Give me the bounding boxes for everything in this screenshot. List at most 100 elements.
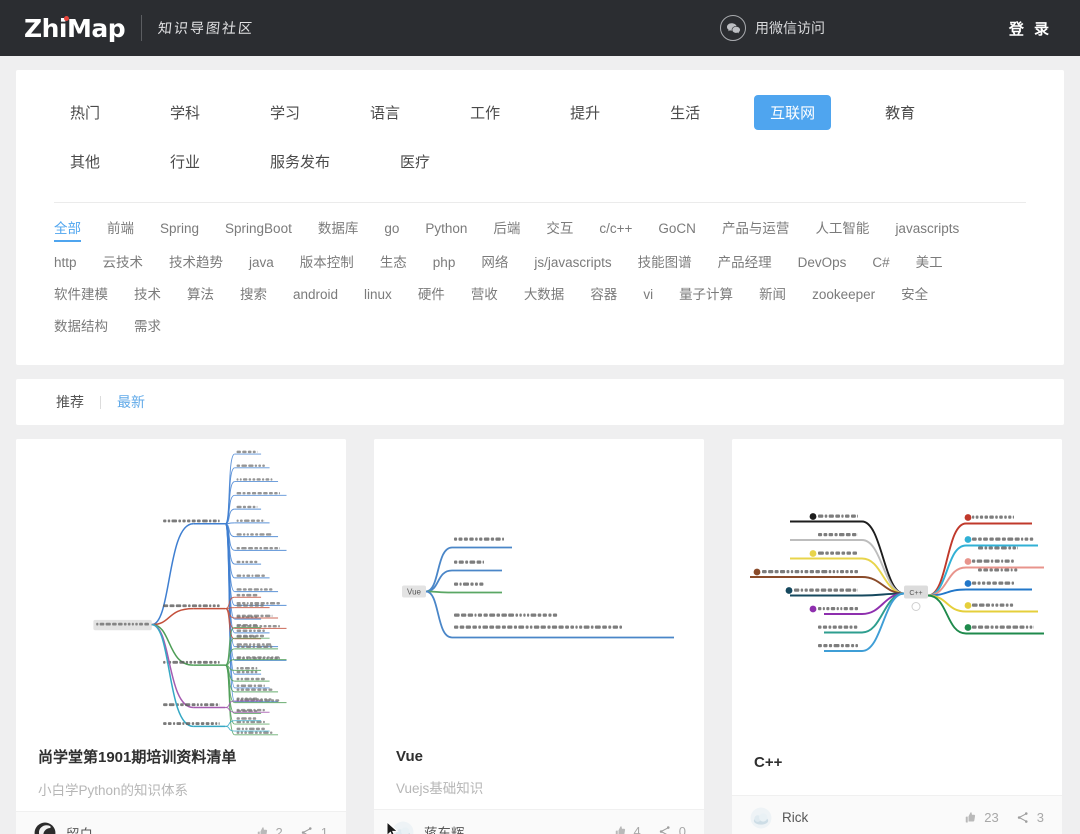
- map-card-1[interactable]: VueVueVuejs基础知识蒋东辉40: [374, 439, 704, 834]
- tag-item-43[interactable]: 数据结构: [54, 315, 108, 338]
- tag-item-28[interactable]: 软件建模: [54, 283, 108, 306]
- tag-area: 全部 前端 Spring SpringBoot 数据库 go Python 后端 交互 c/c++…: [54, 203, 1026, 365]
- tag-item-3[interactable]: SpringBoot: [225, 221, 292, 239]
- share-stat[interactable]: 3: [1015, 810, 1044, 825]
- share-stat[interactable]: 1: [299, 825, 328, 834]
- like-stat[interactable]: 23: [962, 810, 998, 825]
- tag-item-18[interactable]: 版本控制: [300, 251, 354, 274]
- tag-item-12[interactable]: 人工智能: [815, 217, 869, 240]
- login-button[interactable]: 登 录: [1009, 18, 1052, 39]
- category-item-4[interactable]: 工作: [454, 95, 516, 130]
- category-item-8[interactable]: 教育: [869, 95, 931, 130]
- map-card-2[interactable]: C++C++Rick233: [732, 439, 1062, 834]
- tag-item-39[interactable]: 量子计算: [679, 283, 733, 306]
- tag-item-7[interactable]: 后端: [493, 217, 520, 240]
- tag-item-9[interactable]: c/c++: [599, 221, 632, 239]
- tag-item-22[interactable]: js/javascripts: [534, 255, 611, 273]
- brand-subtitle: 知识导图社区: [157, 18, 255, 38]
- tag-item-4[interactable]: 数据库: [318, 217, 359, 240]
- tag-item-13[interactable]: javascripts: [895, 221, 959, 239]
- card-stats: 40: [596, 824, 686, 834]
- tag-item-34[interactable]: 硬件: [418, 283, 445, 306]
- tag-item-27[interactable]: 美工: [916, 251, 943, 274]
- tag-item-2[interactable]: Spring: [160, 221, 199, 239]
- map-thumbnail[interactable]: Vue: [374, 439, 704, 742]
- map-thumbnail[interactable]: [16, 439, 346, 740]
- category-item-3[interactable]: 语言: [354, 95, 416, 130]
- category-item-6[interactable]: 生活: [654, 95, 716, 130]
- tag-item-16[interactable]: 技术趋势: [169, 251, 223, 274]
- logo-red-dot: [64, 16, 69, 21]
- tag-item-17[interactable]: java: [249, 255, 274, 273]
- card-author[interactable]: 蒋东辉: [424, 822, 465, 834]
- tag-item-35[interactable]: 营收: [471, 283, 498, 306]
- like-stat[interactable]: 2: [254, 825, 283, 834]
- tag-item-5[interactable]: go: [384, 221, 399, 239]
- share-stat[interactable]: 0: [657, 824, 686, 834]
- tag-item-0[interactable]: 全部: [54, 217, 81, 242]
- tag-item-30[interactable]: 算法: [187, 283, 214, 306]
- site-header: ZhiMap 知识导图社区 用微信访问 登 录: [0, 0, 1080, 56]
- svg-text:Vue: Vue: [407, 588, 421, 597]
- category-item-9[interactable]: 其他: [54, 144, 116, 179]
- tag-item-14[interactable]: http: [54, 255, 77, 273]
- tag-item-32[interactable]: android: [293, 287, 338, 305]
- tag-item-29[interactable]: 技术: [134, 283, 161, 306]
- thumbs-up-icon: [254, 825, 269, 834]
- tag-item-25[interactable]: DevOps: [798, 255, 847, 273]
- tag-item-40[interactable]: 新闻: [759, 283, 786, 306]
- tag-item-10[interactable]: GoCN: [658, 221, 696, 239]
- avatar[interactable]: [750, 807, 772, 829]
- tag-item-6[interactable]: Python: [425, 221, 467, 239]
- card-subtitle: 小白学Python的知识体系: [38, 779, 324, 799]
- brand-divider: [141, 15, 142, 41]
- thumbs-up-icon: [612, 824, 627, 834]
- sort-recommend[interactable]: 推荐: [56, 392, 84, 412]
- avatar[interactable]: [392, 821, 414, 834]
- category-item-1[interactable]: 学科: [154, 95, 216, 130]
- tag-item-1[interactable]: 前端: [107, 217, 134, 240]
- tag-item-42[interactable]: 安全: [901, 283, 928, 306]
- share-icon: [299, 825, 314, 834]
- tag-item-11[interactable]: 产品与运营: [722, 217, 790, 240]
- tag-item-19[interactable]: 生态: [380, 251, 407, 274]
- avatar[interactable]: [34, 822, 56, 834]
- tag-item-21[interactable]: 网络: [481, 251, 508, 274]
- like-count: 23: [984, 810, 998, 825]
- card-author[interactable]: 留白: [66, 823, 93, 834]
- wechat-icon: [720, 15, 746, 41]
- tag-item-36[interactable]: 大数据: [524, 283, 565, 306]
- map-card-0[interactable]: 尚学堂第1901期培训资料清单小白学Python的知识体系留白21: [16, 439, 346, 834]
- wechat-label: 用微信访问: [755, 18, 825, 38]
- brand-logo[interactable]: ZhiMap: [24, 14, 125, 43]
- tag-item-37[interactable]: 容器: [590, 283, 617, 306]
- tag-item-24[interactable]: 产品经理: [718, 251, 772, 274]
- thumbs-up-icon: [962, 810, 977, 825]
- wechat-access-link[interactable]: 用微信访问: [720, 15, 825, 41]
- sort-latest[interactable]: 最新: [117, 392, 145, 412]
- category-item-7[interactable]: 互联网: [754, 95, 831, 130]
- tag-item-41[interactable]: zookeeper: [812, 287, 875, 305]
- tag-item-38[interactable]: vi: [643, 287, 653, 305]
- like-stat[interactable]: 4: [612, 824, 641, 834]
- tag-item-15[interactable]: 云技术: [103, 251, 144, 274]
- sort-panel: 推荐 最新: [16, 379, 1064, 425]
- tag-item-8[interactable]: 交互: [546, 217, 573, 240]
- tag-item-31[interactable]: 搜索: [240, 283, 267, 306]
- brand-logo-text: ZhiMap: [24, 14, 125, 43]
- category-item-10[interactable]: 行业: [154, 144, 216, 179]
- tag-item-33[interactable]: linux: [364, 287, 392, 305]
- tag-item-44[interactable]: 需求: [134, 315, 161, 338]
- tag-item-20[interactable]: php: [433, 255, 456, 273]
- category-item-11[interactable]: 服务发布: [254, 144, 346, 179]
- category-item-0[interactable]: 热门: [54, 95, 116, 130]
- category-item-2[interactable]: 学习: [254, 95, 316, 130]
- tag-item-23[interactable]: 技能图谱: [638, 251, 692, 274]
- category-item-12[interactable]: 医疗: [384, 144, 446, 179]
- brand[interactable]: ZhiMap 知识导图社区: [24, 14, 254, 43]
- tag-list: 全部 前端 Spring SpringBoot 数据库 go Python 后端 交互 c/c++…: [54, 217, 1026, 347]
- map-thumbnail[interactable]: C++: [732, 439, 1062, 748]
- card-author[interactable]: Rick: [782, 810, 808, 825]
- tag-item-26[interactable]: C#: [872, 255, 889, 273]
- category-item-5[interactable]: 提升: [554, 95, 616, 130]
